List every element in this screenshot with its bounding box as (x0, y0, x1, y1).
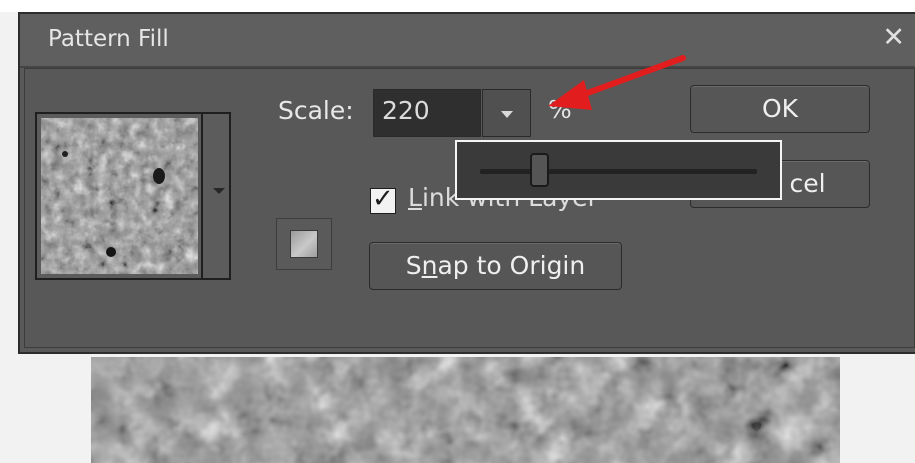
snap-label-start: S (405, 251, 422, 280)
chevron-down-icon[interactable] (213, 188, 225, 194)
link-accelerator: L (408, 183, 422, 212)
scale-slider-track[interactable] (480, 169, 757, 174)
pattern-thumbnail-texture (41, 118, 198, 274)
pattern-divider (201, 114, 203, 278)
snap-label-rest: ap to Origin (437, 251, 586, 280)
dialog-titlebar[interactable]: Pattern Fill ✕ (20, 14, 915, 68)
origin-square-glyph (290, 230, 318, 258)
canvas-texture (91, 357, 840, 463)
background-text-strip (0, 0, 915, 12)
pattern-thumbnail[interactable] (41, 118, 198, 274)
ok-button[interactable]: OK (690, 85, 870, 133)
pattern-picker[interactable] (35, 112, 231, 280)
snap-to-origin-button[interactable]: Snap to Origin (369, 242, 622, 290)
chevron-down-icon (501, 111, 513, 118)
scale-value: 220 (382, 96, 430, 125)
scale-slider-thumb[interactable] (530, 153, 550, 187)
screenshot: Pattern Fill ✕ Scale: 220 % OK cel Snap … (0, 0, 915, 463)
canvas-pattern-preview (91, 357, 840, 463)
scale-slider-popup (455, 140, 782, 200)
checkmark-icon: ✓ (372, 184, 394, 214)
dialog-title: Pattern Fill (48, 26, 169, 52)
scale-input[interactable]: 220 (373, 89, 481, 137)
close-icon[interactable]: ✕ (882, 23, 905, 53)
snap-accelerator: n (421, 251, 438, 280)
origin-square-icon[interactable] (276, 218, 332, 270)
scale-dropdown-button[interactable] (482, 89, 531, 137)
scale-unit: % (548, 95, 572, 124)
link-with-layer-checkbox[interactable]: ✓ (370, 184, 396, 214)
scale-label: Scale: (278, 96, 354, 125)
